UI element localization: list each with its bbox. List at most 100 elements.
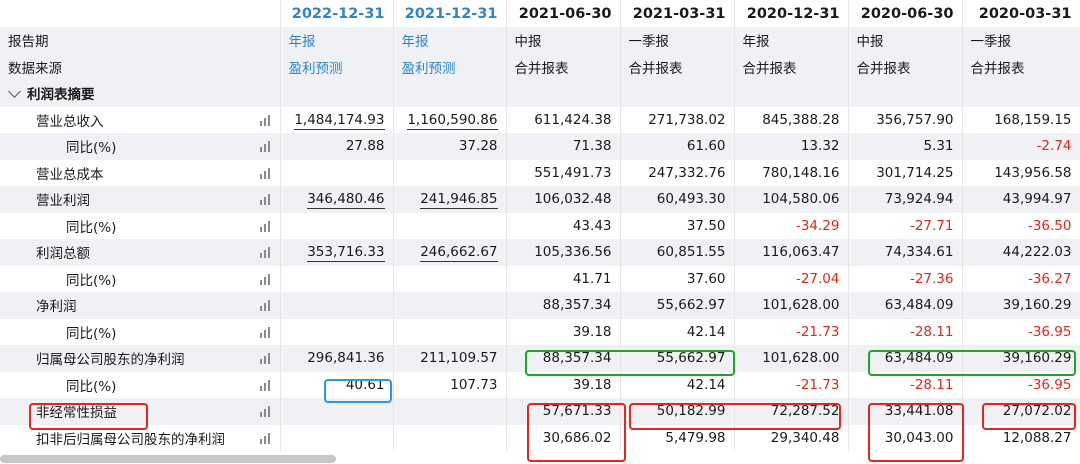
cell-value: 39,160.29 xyxy=(1002,297,1072,314)
cell-value: 101,628.00 xyxy=(762,297,840,314)
value-cell: 107.73 xyxy=(393,371,507,398)
value-cell: -36.50 xyxy=(962,212,1080,239)
value-cell: 42.14 xyxy=(620,371,735,398)
value-cell: 101,628.00 xyxy=(734,292,849,319)
empty-cell xyxy=(734,80,849,107)
cell-value: 74,334.61 xyxy=(884,244,954,261)
cell-value: -36.95 xyxy=(1027,323,1072,340)
cell-value: 42.14 xyxy=(686,376,726,393)
row-label: 报告期 xyxy=(0,27,281,54)
bar-chart-icon[interactable] xyxy=(259,114,270,126)
value-cell xyxy=(393,292,507,319)
value-cell: 42.14 xyxy=(620,318,735,345)
row-label-cell: 营业利润 xyxy=(0,186,281,213)
bar-chart-icon[interactable] xyxy=(259,379,270,391)
cell-value: 105,336.56 xyxy=(534,244,612,261)
value-cell: -36.95 xyxy=(962,318,1080,345)
bar-chart-icon[interactable] xyxy=(259,140,270,153)
cell-value: 43.43 xyxy=(572,217,612,234)
value-cell: -2.74 xyxy=(962,133,1080,160)
value-cell: 845,388.28 xyxy=(734,106,849,133)
value-cell: -36.27 xyxy=(962,265,1080,292)
data-source-cell: 合并报表 xyxy=(734,53,849,80)
table-row: 净利润 88,357.34 55,662.97 101,628.00 63,484.09… xyxy=(0,292,1080,319)
bar-chart-icon[interactable] xyxy=(259,220,270,232)
table-row: 营业总成本 551,491.73 247,332.76 780,148.16 301,7… xyxy=(0,159,1080,186)
cell-value: 37.60 xyxy=(686,270,726,287)
cell-value: 106,032.48 xyxy=(534,191,612,208)
value-cell: 43.43 xyxy=(506,212,621,239)
value-cell: -34.29 xyxy=(734,212,849,239)
row-label: 归属母公司股东的净利润 xyxy=(36,352,185,369)
chevron-down-icon[interactable] xyxy=(8,85,21,99)
cell-value: -2.74 xyxy=(1036,138,1072,155)
period-header[interactable]: 2022-12-31 xyxy=(280,0,394,27)
table-row: 同比(%) 43.43 37.50 -34.29 -27.71 -36.50 xyxy=(0,212,1080,239)
cell-value: 168,159.15 xyxy=(994,111,1072,128)
period-header[interactable]: 2020-06-30 xyxy=(848,0,963,27)
data-source-cell: 盈利预测 xyxy=(393,53,507,80)
bar-chart-icon[interactable] xyxy=(259,432,270,444)
bar-chart-icon[interactable] xyxy=(259,193,270,206)
value-cell: 780,148.16 xyxy=(734,159,849,186)
horizontal-scrollbar[interactable] xyxy=(0,455,336,463)
cell-value: 60,851.55 xyxy=(656,244,726,261)
value-cell: 30,043.00 xyxy=(848,424,963,451)
cell-value: -28.11 xyxy=(909,376,954,393)
cell-value: 101,628.00 xyxy=(762,350,840,367)
cell-value: 39.18 xyxy=(572,323,612,340)
value-cell: 551,491.73 xyxy=(506,159,621,186)
bar-chart-icon[interactable] xyxy=(259,273,270,285)
period-header[interactable]: 2020-03-31 xyxy=(962,0,1080,27)
cell-value: 1,484,174.93 xyxy=(294,111,385,130)
value-cell: -28.11 xyxy=(848,318,963,345)
report-type-cell: 中报 xyxy=(848,27,963,54)
row-label: 营业总成本 xyxy=(36,166,104,183)
cell-value: -27.71 xyxy=(909,217,954,234)
value-cell: 143,956.58 xyxy=(962,159,1080,186)
value-cell: 116,063.47 xyxy=(734,239,849,266)
bar-chart-icon[interactable] xyxy=(259,167,270,179)
value-cell xyxy=(393,398,507,425)
value-cell: 63,484.09 xyxy=(848,345,963,372)
bar-chart-icon[interactable] xyxy=(259,405,270,418)
cell-value: 246,662.67 xyxy=(420,244,498,263)
row-label-cell: 同比(%) xyxy=(0,318,281,345)
row-label-cell: 同比(%) xyxy=(0,371,281,398)
value-cell: 50,182.99 xyxy=(620,398,735,425)
value-cell: 88,357.34 xyxy=(506,292,621,319)
bar-chart-icon[interactable] xyxy=(259,326,270,338)
period-header[interactable]: 2020-12-31 xyxy=(734,0,849,27)
value-cell: 37.60 xyxy=(620,265,735,292)
cell-value: 247,332.76 xyxy=(648,164,726,181)
period-header[interactable]: 2021-06-30 xyxy=(506,0,621,27)
cell-value: 39.18 xyxy=(572,376,612,393)
period-header[interactable]: 2021-12-31 xyxy=(393,0,507,27)
section-label-cell[interactable]: 利润表摘要 xyxy=(0,80,281,107)
value-cell: -21.73 xyxy=(734,371,849,398)
cell-value: 107.73 xyxy=(450,376,498,393)
row-label-cell: 同比(%) xyxy=(0,133,281,160)
value-cell: -21.73 xyxy=(734,318,849,345)
value-cell: 60,493.30 xyxy=(620,186,735,213)
cell-value: 33,441.08 xyxy=(884,403,954,420)
row-label-cell: 利润总额 xyxy=(0,239,281,266)
table-row: 非经常性损益 57,671.33 50,182.99 72,287.52 33,441.… xyxy=(0,398,1080,425)
value-cell: 1,484,174.93 xyxy=(280,106,394,133)
cell-value: 845,388.28 xyxy=(762,111,840,128)
bar-chart-icon[interactable] xyxy=(259,352,270,365)
empty-cell xyxy=(280,80,394,107)
bar-chart-icon[interactable] xyxy=(259,246,270,259)
bar-chart-icon[interactable] xyxy=(259,299,270,312)
row-label: 扣非后归属母公司股东的净利润 xyxy=(36,431,225,448)
income-statement-table: 2022-12-31 2021-12-31 2021-06-30 2021-03-31… xyxy=(0,0,1080,451)
empty-cell xyxy=(393,80,507,107)
row-label: 同比(%) xyxy=(66,219,117,236)
value-cell: 61.60 xyxy=(620,133,735,160)
cell-value: -21.73 xyxy=(795,376,840,393)
section-row[interactable]: 利润表摘要 xyxy=(0,80,1080,107)
row-label-cell: 营业总成本 xyxy=(0,159,281,186)
row-label: 同比(%) xyxy=(66,378,117,395)
table-row: 营业总收入 1,484,174.93 1,160,590.86 611,424.38 2… xyxy=(0,106,1080,133)
period-header[interactable]: 2021-03-31 xyxy=(620,0,735,27)
